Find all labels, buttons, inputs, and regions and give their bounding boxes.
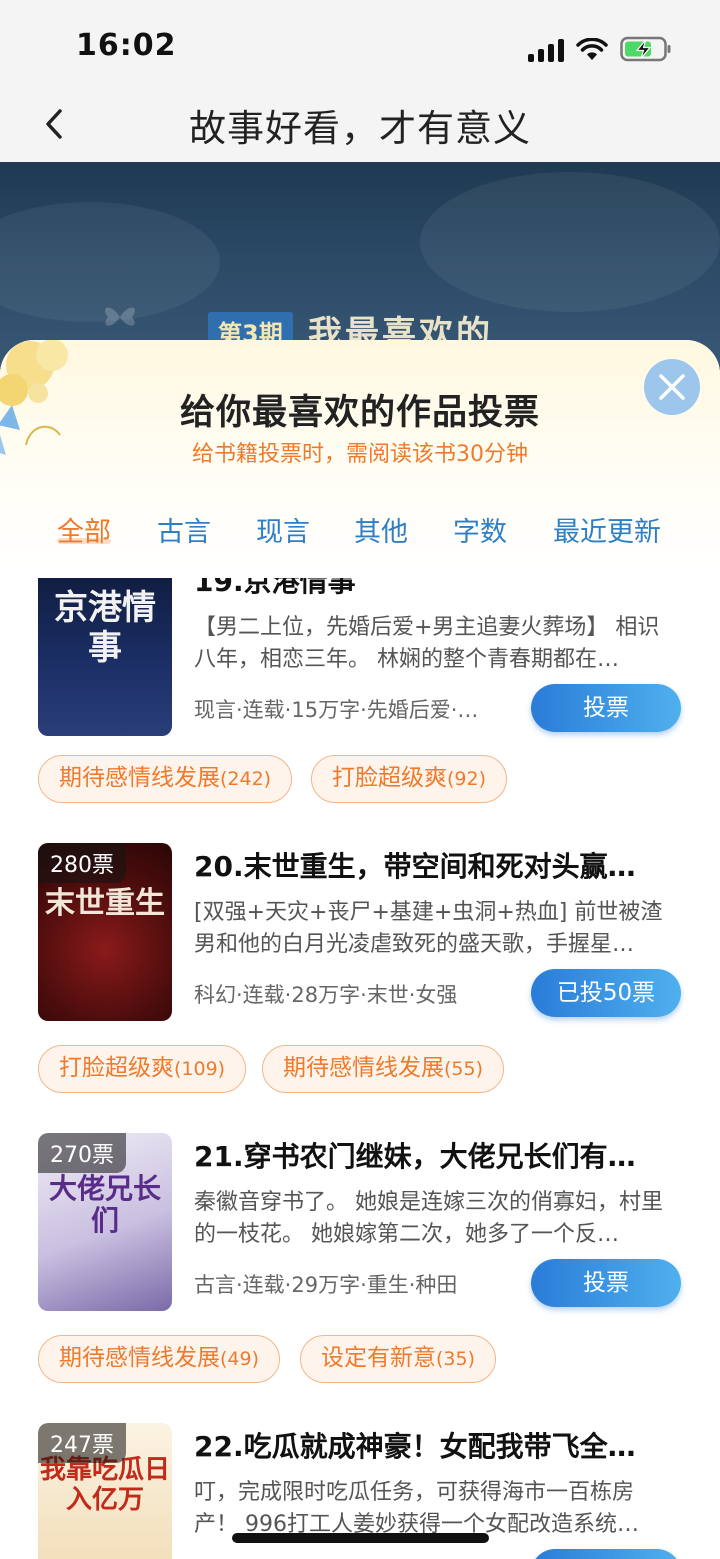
tab-modern-romance[interactable]: 现言 — [256, 510, 310, 549]
cellular-signal-icon — [528, 38, 564, 62]
book-meta: 古言·连载·29万字·重生·种田 — [194, 1273, 458, 1297]
cover-title: 我靠吃瓜日入亿万 — [39, 1455, 170, 1515]
book-cover: 我靠吃瓜日入亿万 247票 — [38, 1423, 172, 1559]
list-item[interactable]: 大佬兄长们 270票 21.穿书农门继妹，大佬兄长们有… 秦徽音穿书了。 她娘是… — [0, 1133, 720, 1403]
book-title: 19.京港情事 — [194, 578, 356, 598]
status-bar: 16:02 — [0, 0, 720, 92]
book-title: 20.末世重生，带空间和死对头赢… — [194, 850, 636, 883]
status-time: 16:02 — [76, 28, 177, 63]
voted-button[interactable]: 已投50票 — [531, 969, 681, 1017]
category-tabs: 全部 古言 现言 其他 字数 最近更新 — [0, 510, 720, 560]
status-icons — [528, 32, 672, 62]
modal-title: 给你最喜欢的作品投票 — [179, 393, 540, 433]
tab-recently-updated[interactable]: 最近更新 — [553, 510, 661, 549]
wifi-icon — [576, 38, 608, 60]
home-indicator — [232, 1533, 489, 1543]
book-list: 京港情事 19.京港情事 【男二上位，先婚后爱+男主追妻火葬场】 相识八年，相恋… — [0, 578, 720, 1559]
reader-tag[interactable]: 期待感情线发展(49) — [38, 1335, 281, 1383]
tag-count: (242) — [220, 768, 272, 790]
tag-label: 打脸超级爽 — [59, 1055, 174, 1081]
list-item[interactable]: 末世重生 280票 20.末世重生，带空间和死对头赢… [双强+天灾+丧尸+基建… — [0, 843, 720, 1113]
active-tab-indicator — [57, 538, 111, 544]
book-cover: 大佬兄长们 270票 — [38, 1133, 172, 1311]
banner-cloud — [420, 172, 720, 312]
close-button[interactable] — [644, 359, 700, 415]
book-description: 叮，完成限时吃瓜任务，可获得海市一百栋房产！ 996打工人姜妙获得一个女配改造系… — [194, 1480, 639, 1537]
reader-tag[interactable]: 期待感情线发展(242) — [38, 755, 293, 803]
battery-charging-icon — [620, 36, 671, 62]
cover-title: 京港情事 — [54, 588, 156, 668]
tag-label: 期待感情线发展 — [283, 1055, 444, 1081]
close-icon — [659, 374, 685, 400]
tag-count: (55) — [444, 1058, 484, 1080]
book-title: 21.穿书农门继妹，大佬兄长们有… — [194, 1140, 636, 1173]
vote-button[interactable]: 投票 — [531, 1259, 681, 1307]
tag-count: (109) — [174, 1058, 226, 1080]
page-title: 故事好看，才有意义 — [189, 107, 531, 150]
cover-title: 大佬兄长们 — [48, 1172, 161, 1237]
book-cover: 末世重生 280票 — [38, 843, 172, 1021]
tab-word-count[interactable]: 字数 — [453, 510, 507, 549]
reader-tag[interactable]: 打脸超级爽(109) — [38, 1045, 247, 1093]
tag-label: 期待感情线发展 — [59, 1345, 220, 1371]
book-cover: 京港情事 — [38, 578, 172, 736]
vote-modal: 给你最喜欢的作品投票 给书籍投票时，需阅读该书30分钟 全部 古言 现言 其他 … — [0, 340, 720, 1559]
tag-label: 打脸超级爽 — [332, 765, 447, 791]
tag-count: (92) — [447, 768, 487, 790]
reader-tag[interactable]: 打脸超级爽(92) — [311, 755, 508, 803]
book-description: [双强+天灾+丧尸+基建+虫洞+热血] 前世被渣男和他的白月光凌虐致死的盛天歌，… — [194, 900, 663, 957]
tag-label: 设定有新意 — [321, 1345, 436, 1371]
tab-ancient-romance[interactable]: 古言 — [157, 510, 211, 549]
reader-tag[interactable]: 设定有新意(35) — [300, 1335, 497, 1383]
vote-count-badge: 280票 — [38, 843, 126, 883]
book-meta: 科幻·连载·28万字·末世·女强 — [194, 983, 458, 1007]
modal-subtitle: 给书籍投票时，需阅读该书30分钟 — [192, 442, 528, 467]
book-description: 【男二上位，先婚后爱+男主追妻火葬场】 相识八年，相恋三年。 林娴的整个青春期都… — [194, 615, 660, 672]
nav-bar: 故事好看，才有意义 — [0, 92, 720, 162]
vote-count-badge: 247票 — [38, 1423, 126, 1463]
tab-other[interactable]: 其他 — [354, 510, 408, 549]
tag-count: (35) — [436, 1348, 476, 1370]
tag-count: (49) — [220, 1348, 260, 1370]
tag-label: 期待感情线发展 — [59, 765, 220, 791]
vote-button[interactable]: 投票 — [531, 1549, 681, 1559]
book-description: 秦徽音穿书了。 她娘是连嫁三次的俏寡妇，村里的一枝花。 她娘嫁第二次，她多了一个… — [194, 1190, 663, 1247]
reader-tag[interactable]: 期待感情线发展(55) — [262, 1045, 505, 1093]
vote-button[interactable]: 投票 — [531, 684, 681, 732]
vote-count-badge: 270票 — [38, 1133, 126, 1173]
butterfly-icon — [105, 307, 135, 326]
list-item[interactable]: 京港情事 19.京港情事 【男二上位，先婚后爱+男主追妻火葬场】 相识八年，相恋… — [0, 578, 720, 828]
book-title: 22.吃瓜就成神豪！女配我带飞全… — [194, 1430, 636, 1463]
book-meta: 现言·连载·15万字·先婚后爱·… — [194, 698, 479, 722]
cover-title: 末世重生 — [45, 886, 165, 921]
